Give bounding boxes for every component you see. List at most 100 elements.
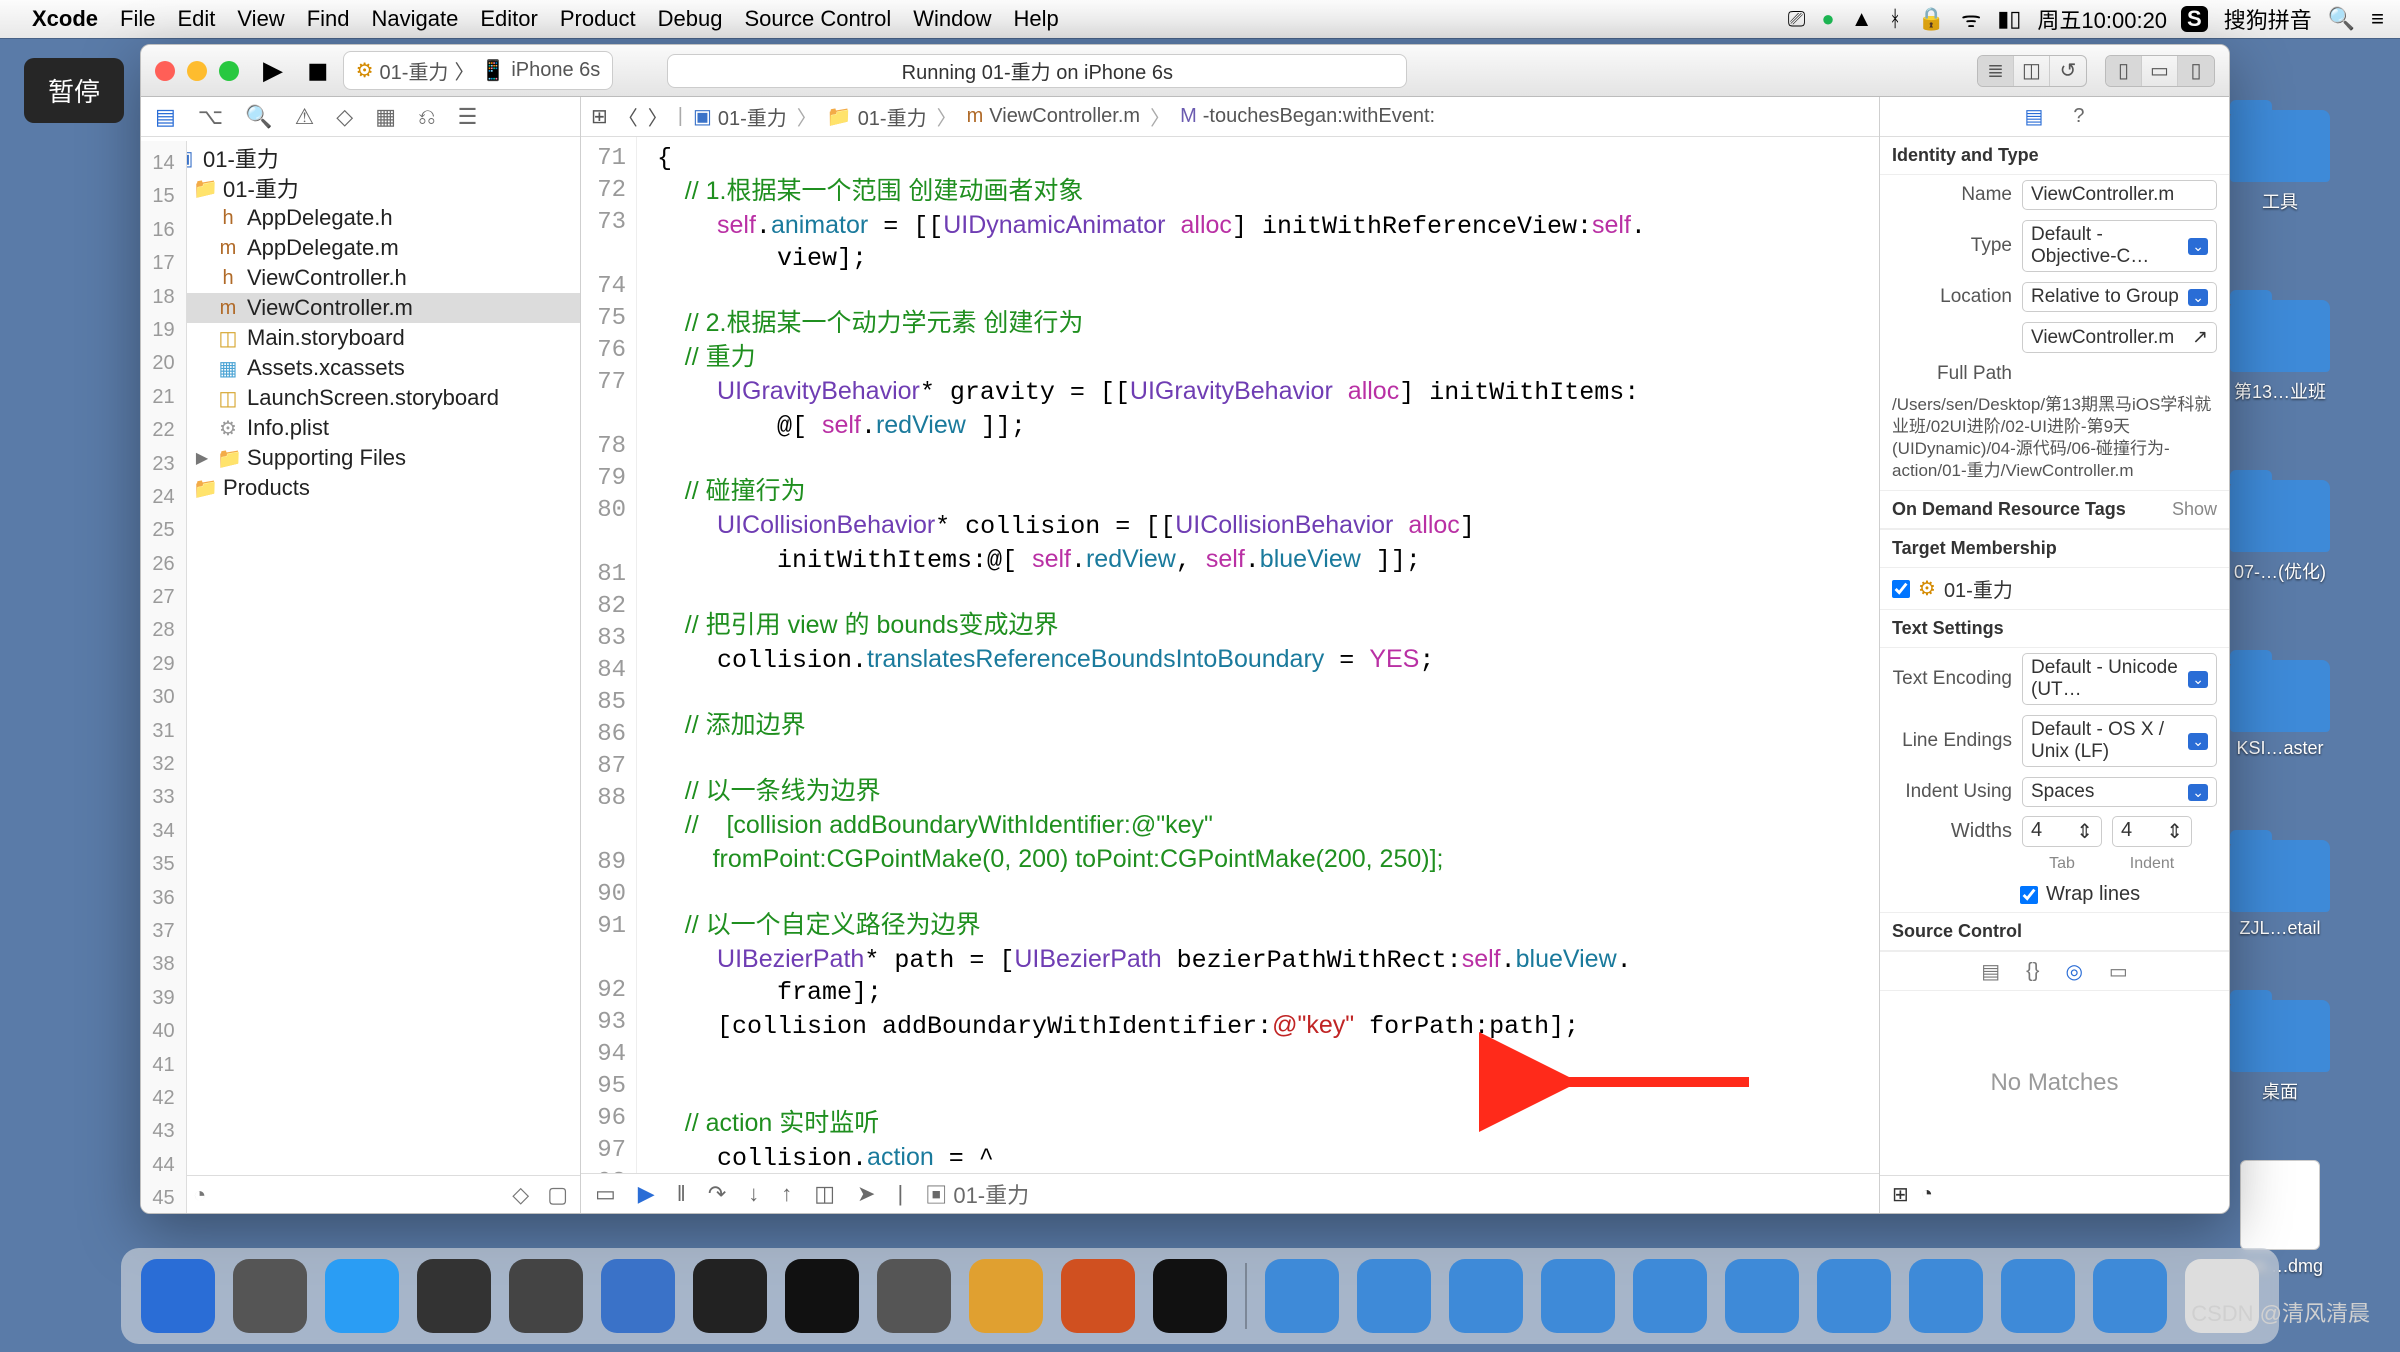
wifi-icon[interactable]: ᯤ [1961,4,1981,34]
dock-app-sketch[interactable] [969,1259,1043,1333]
step-out-icon[interactable]: ↑ [781,1181,792,1207]
odr-show-link[interactable]: Show [2172,499,2217,520]
dock-app-terminal2[interactable] [1153,1259,1227,1333]
screencast-icon[interactable]: ⎚ [1788,6,1806,32]
indent-width-stepper[interactable]: 4⇕ [2112,816,2192,847]
tree-file-selected[interactable]: mViewController.m [141,293,580,323]
menubar-clock[interactable]: 周五10:00:20 [2037,3,2167,35]
location-icon[interactable]: ➤ [857,1181,875,1207]
app-menu[interactable]: Xcode [32,6,98,32]
menu-window[interactable]: Window [913,6,991,32]
assistant-editor-icon[interactable]: ◫ [2014,56,2050,86]
tree-file[interactable]: ▦Assets.xcassets [141,353,580,383]
dock-app-system-preferences[interactable] [877,1259,951,1333]
menu-view[interactable]: View [237,6,284,32]
navigator-filter-input[interactable] [224,1184,494,1205]
status-dot-icon[interactable]: ● [1821,6,1834,32]
library-filter-input[interactable] [1945,1184,2217,1205]
lock-icon[interactable]: 🔒 [1918,6,1945,32]
tab-width-stepper[interactable]: 4⇕ [2022,816,2102,847]
close-window-button[interactable] [155,61,175,81]
desktop-item[interactable]: 07-…(优化) [2220,480,2340,584]
desktop-item[interactable]: 桌面 [2220,1000,2340,1104]
dock-app-imovie[interactable] [509,1259,583,1333]
back-icon[interactable]: 〈 [618,102,638,131]
dock-app-launchpad[interactable] [233,1259,307,1333]
library-filter-icon[interactable]: ◔ [1921,1183,1933,1206]
panel-toggle-segment[interactable]: ▯▭▯ [2105,55,2215,87]
dock-app-folder5[interactable] [1725,1259,1799,1333]
dock-app-folder7[interactable] [1909,1259,1983,1333]
desktop-item[interactable]: 第13…业班 [2220,300,2340,404]
tree-file[interactable]: hViewController.h [141,263,580,293]
test-navigator-tab-icon[interactable]: ◇ [336,104,353,130]
menu-product[interactable]: Product [560,6,636,32]
dock-app-powerpoint[interactable] [1061,1259,1135,1333]
dock-app-settings[interactable] [693,1259,767,1333]
desktop-item[interactable]: KSI…aster [2220,660,2340,759]
menu-source-control[interactable]: Source Control [745,6,892,32]
tree-file[interactable]: mAppDelegate.m [141,233,580,263]
menu-navigate[interactable]: Navigate [372,6,459,32]
file-inspector-tab-icon[interactable]: ▤ [2024,104,2043,129]
step-into-icon[interactable]: ↓ [748,1181,759,1207]
menu-find[interactable]: Find [307,6,350,32]
pause-icon[interactable]: ‖ [677,1181,686,1207]
jump-bar[interactable]: ⊞ 〈 〉 | ▣01-重力〉 📁01-重力〉 mViewController.… [581,97,1879,137]
toggle-debug-area-icon[interactable]: ▭ [595,1181,616,1207]
toggle-debug-icon[interactable]: ▭ [2142,56,2178,86]
dock-app-folder2[interactable] [1449,1259,1523,1333]
tree-group-products[interactable]: ▶📁Products [141,473,580,503]
video-pause-overlay[interactable]: 暂停 [24,58,124,123]
menu-edit[interactable]: Edit [177,6,215,32]
file-template-lib-icon[interactable]: ▤ [1981,959,2000,984]
toggle-navigator-icon[interactable]: ▯ [2106,56,2142,86]
minimize-window-button[interactable] [187,61,207,81]
dock-app-folder6[interactable] [1817,1259,1891,1333]
filter-scope-icon[interactable]: ▢ [547,1182,568,1208]
reveal-icon[interactable]: ↗ [2192,326,2208,349]
filter-scm-icon[interactable]: ◇ [512,1182,529,1208]
line-gutter[interactable]: 71 72 73 74 75 76 77 78 79 80 81 82 83 8… [581,137,637,1173]
media-lib-icon[interactable]: ▭ [2109,959,2128,984]
filter-recent-icon[interactable]: ◔ [193,1182,206,1208]
scheme-selector[interactable]: ⚙ 01-重力 〉 📱 iPhone 6s [343,51,614,90]
wrap-lines-checkbox[interactable] [2020,886,2038,904]
report-navigator-tab-icon[interactable]: ☰ [458,104,478,130]
breakpoint-navigator-tab-icon[interactable]: ⎌ [418,104,436,130]
tree-file[interactable]: hAppDelegate.h [141,203,580,233]
dock-app-folder4[interactable] [1633,1259,1707,1333]
dock-app-quicktime[interactable] [1265,1259,1339,1333]
tree-project-root[interactable]: ▼▣01-重力 [141,143,580,173]
dock-app-xcode[interactable] [601,1259,675,1333]
dock-app-folder1[interactable] [1357,1259,1431,1333]
target-membership-item[interactable]: ⚙01-重力 [1880,568,2229,609]
toggle-inspector-icon[interactable]: ▯ [2178,56,2214,86]
battery-icon[interactable]: ▮▯ [1997,6,2021,32]
dock-app-safari[interactable] [325,1259,399,1333]
menu-file[interactable]: File [120,6,155,32]
name-field[interactable]: ViewController.m [2022,180,2217,210]
desktop-item[interactable]: 工具 [2220,110,2340,214]
editor-mode-segment[interactable]: ≣◫↺ [1977,55,2087,87]
dock-app-folder9[interactable] [2093,1259,2167,1333]
quick-help-tab-icon[interactable]: ? [2073,105,2084,128]
tree-file[interactable]: ◫LaunchScreen.storyboard [141,383,580,413]
stop-button[interactable]: ◼ [307,55,329,86]
tree-group-supporting[interactable]: ▶📁Supporting Files [141,443,580,473]
target-checkbox[interactable] [1892,580,1910,598]
code-snippet-lib-icon[interactable]: {} [2026,960,2039,983]
project-navigator-tab-icon[interactable]: ▤ [155,104,176,130]
dock-app-finder[interactable] [141,1259,215,1333]
type-select[interactable]: Default - Objective-C…⌄ [2022,220,2217,272]
object-lib-icon[interactable]: ◎ [2065,959,2082,984]
debug-navigator-tab-icon[interactable]: ▦ [375,104,396,130]
encoding-select[interactable]: Default - Unicode (UT…⌄ [2022,653,2217,705]
dock-app-folder3[interactable] [1541,1259,1615,1333]
tree-file[interactable]: ◫Main.storyboard [141,323,580,353]
indent-using-select[interactable]: Spaces⌄ [2022,777,2217,807]
ime-badge[interactable]: S [2181,6,2208,32]
debug-view-icon[interactable]: ◫ [814,1181,835,1207]
dock-app-terminal[interactable] [785,1259,859,1333]
desktop-item[interactable]: ZJL…etail [2220,840,2340,939]
